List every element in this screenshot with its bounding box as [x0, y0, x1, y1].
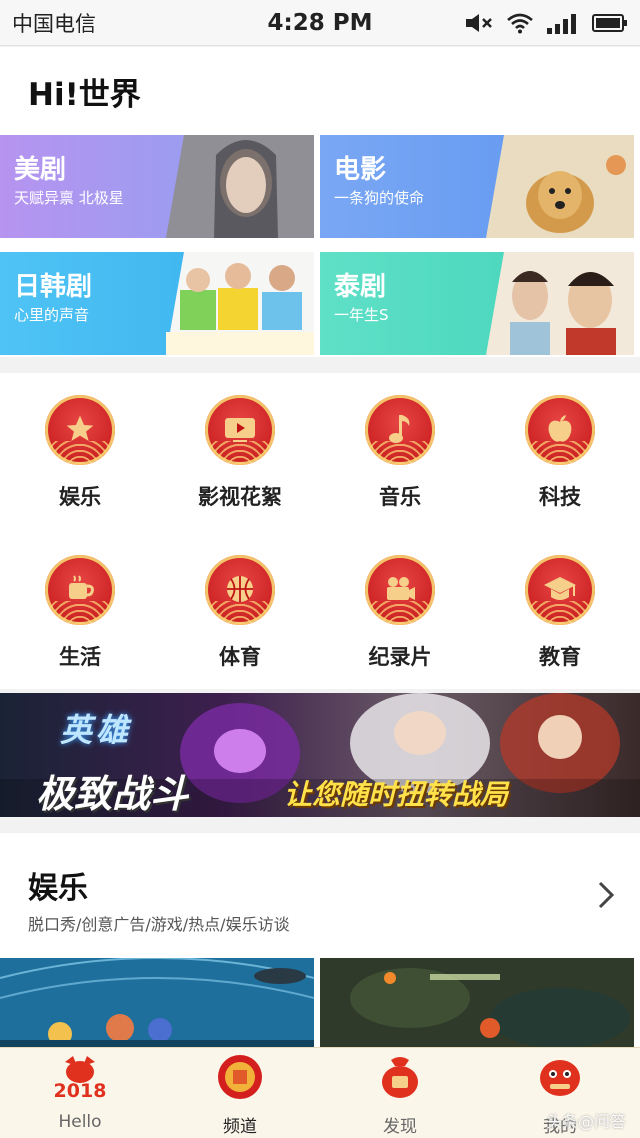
coffee-cup-icon: [69, 575, 94, 599]
status-bar: 中国电信 4:28 PM: [0, 0, 640, 46]
banner-us-drama[interactable]: 美剧 天赋异禀 北极星: [0, 135, 314, 238]
channel-music[interactable]: 音乐: [320, 373, 480, 523]
channel-education[interactable]: 教育: [480, 533, 640, 683]
greeting-title: Hi!世界: [28, 76, 141, 113]
banner-title: 电影: [334, 155, 387, 185]
banner-subtitle: 心里的声音: [14, 306, 90, 324]
channel-entertainment[interactable]: 娱乐: [0, 373, 160, 523]
channel-tech[interactable]: 科技: [480, 373, 640, 523]
tab-badge-2018: 2018: [53, 1080, 107, 1102]
channel-documentary[interactable]: 纪录片: [320, 533, 480, 683]
status-icons: [464, 12, 628, 34]
channel-icon-badge: [365, 395, 435, 465]
banner-subtitle: 一条狗的使命: [334, 189, 425, 207]
ad-tagline: 让您随时扭转战局: [284, 778, 509, 811]
channel-label: 生活: [59, 645, 101, 669]
tab-hello[interactable]: 2018 Hello: [0, 1048, 160, 1138]
channel-icon-badge: [205, 395, 275, 465]
wifi-icon: [507, 13, 533, 33]
banner-thai-drama[interactable]: 泰剧 一年生S: [320, 252, 634, 355]
category-banners: 美剧 天赋异禀 北极星 电影 一条狗的使命 日韩剧 心里的声音 泰剧 一年生S: [0, 135, 640, 357]
banner-title: 美剧: [14, 155, 67, 185]
apple-icon: [548, 415, 572, 442]
camera-icon: [387, 577, 415, 600]
channel-label: 影视花絮: [198, 485, 282, 509]
video-thumbnail[interactable]: [0, 958, 314, 1050]
banner-subtitle: 天赋异禀 北极星: [14, 189, 124, 207]
channel-icon-badge: [205, 555, 275, 625]
game-ad-banner[interactable]: 英雄 极致战斗 让您随时扭转战局: [0, 693, 640, 817]
tab-label: Hello: [58, 1112, 102, 1132]
jk-drama-poster-image: [166, 252, 314, 355]
channel-tab-icon: [218, 1055, 262, 1099]
battery-icon: [592, 13, 627, 32]
channel-label: 教育: [539, 645, 581, 669]
banner-jk-drama[interactable]: 日韩剧 心里的声音: [0, 252, 314, 355]
video-thumbnail[interactable]: [320, 958, 634, 1050]
mute-icon: [466, 13, 492, 32]
graduation-cap-icon: [544, 577, 576, 600]
thumbnail-image: [320, 958, 634, 1050]
channel-label: 娱乐: [59, 485, 101, 509]
section-subtitle: 脱口秀/创意广告/游戏/热点/娱乐访谈: [28, 915, 290, 934]
lucky-bag-icon: [382, 1057, 418, 1098]
video-thumbnails: [0, 958, 640, 1050]
ad-headline: 极致战斗: [36, 772, 189, 816]
thumbnail-image: [0, 958, 314, 1050]
music-note-icon: [389, 415, 410, 443]
channel-behind-scenes[interactable]: 影视花絮: [160, 373, 320, 523]
channel-grid: 娱乐 影视花絮 音乐 科技 生活 体育 纪录片 教育: [0, 373, 640, 689]
channel-sports[interactable]: 体育: [160, 533, 320, 683]
channel-life[interactable]: 生活: [0, 533, 160, 683]
channel-label: 体育: [219, 645, 261, 669]
channel-icon-badge: [525, 395, 595, 465]
channel-icon-badge: [525, 555, 595, 625]
tab-label: 频道: [223, 1117, 257, 1137]
banner-movie[interactable]: 电影 一条狗的使命: [320, 135, 634, 238]
lion-dance-icon: [540, 1060, 580, 1096]
channel-icon-badge: [45, 395, 115, 465]
tab-channels[interactable]: 频道: [160, 1048, 320, 1138]
channel-icon-badge: [45, 555, 115, 625]
video-icon: [225, 418, 255, 442]
tab-label: 发现: [383, 1117, 417, 1137]
banner-title: 泰剧: [334, 272, 387, 302]
channel-label: 音乐: [379, 485, 421, 509]
bottom-tab-bar: 2018 Hello 频道 发现 我的: [0, 1047, 640, 1138]
movie-poster-image: [486, 135, 634, 238]
thai-drama-poster-image: [486, 252, 634, 355]
channel-label: 纪录片: [368, 645, 432, 669]
basketball-icon: [227, 576, 253, 602]
section-title: 娱乐: [28, 871, 88, 906]
channel-icon-badge: [365, 555, 435, 625]
tab-discover[interactable]: 发现: [320, 1048, 480, 1138]
page-header: Hi!世界: [0, 47, 640, 135]
section-header-entertainment[interactable]: 娱乐 脱口秀/创意广告/游戏/热点/娱乐访谈: [0, 833, 640, 958]
star-icon: [66, 415, 94, 441]
ad-logo-text: 英雄: [60, 711, 133, 749]
chevron-right-icon[interactable]: [598, 881, 614, 909]
signal-icon: [547, 13, 576, 34]
carrier-name: 中国电信: [12, 11, 96, 36]
us-drama-poster-image: [166, 135, 314, 238]
watermark-text: 头条@问答: [545, 1112, 626, 1131]
banner-title: 日韩剧: [14, 272, 93, 302]
channel-label: 科技: [539, 485, 581, 509]
banner-subtitle: 一年生S: [334, 306, 389, 324]
